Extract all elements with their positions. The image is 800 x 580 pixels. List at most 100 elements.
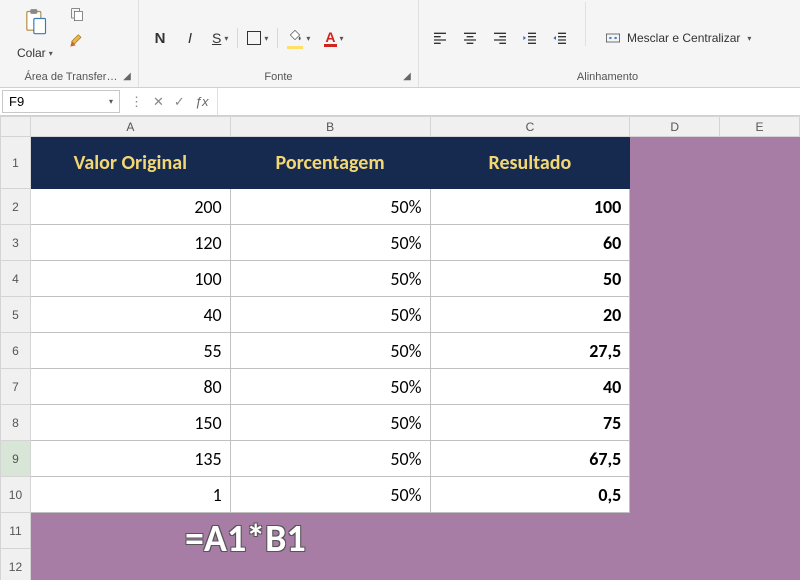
cell-B7[interactable]: 50%	[230, 369, 430, 405]
accept-formula-button[interactable]: ✓	[170, 94, 189, 110]
spreadsheet-grid[interactable]: A B C D E 1 Valor Original Porcentagem R…	[0, 116, 800, 580]
row-head-10[interactable]: 10	[1, 477, 31, 513]
outdent-icon	[522, 30, 538, 46]
chevron-down-icon: ▾	[109, 97, 113, 106]
chevron-down-icon: ▾	[747, 34, 751, 43]
align-center-button[interactable]	[457, 26, 483, 50]
cell-A9[interactable]: 135	[30, 441, 230, 477]
row-head-8[interactable]: 8	[1, 405, 31, 441]
worksheet-area: A B C D E 1 Valor Original Porcentagem R…	[0, 116, 800, 580]
cell-B6[interactable]: 50%	[230, 333, 430, 369]
cell-C6[interactable]: 27,5	[430, 333, 630, 369]
separator	[237, 28, 238, 48]
align-left-icon	[432, 30, 448, 46]
ribbon-group-font: N I S ▾ ▾	[139, 0, 419, 87]
merge-icon	[605, 30, 621, 46]
cell-B1[interactable]: Porcentagem	[230, 137, 430, 189]
align-center-icon	[462, 30, 478, 46]
row-head-11[interactable]: 11	[1, 513, 31, 549]
borders-button[interactable]: ▾	[242, 26, 273, 50]
row-head-12[interactable]: 12	[1, 549, 31, 580]
merge-center-button[interactable]: Mesclar e Centralizar ▾	[598, 26, 758, 50]
paste-label: Colar	[17, 46, 46, 60]
cell-A6[interactable]: 55	[30, 333, 230, 369]
font-dialog-launcher[interactable]: ◢	[400, 69, 414, 83]
cell-B3[interactable]: 50%	[230, 225, 430, 261]
formula-bar: F9 ▾ ⋮ ✕ ✓ ƒx	[0, 88, 800, 116]
copy-button[interactable]	[64, 2, 90, 26]
clipboard-dialog-launcher[interactable]: ◢	[120, 69, 134, 83]
cell-A7[interactable]: 80	[30, 369, 230, 405]
cell-A11[interactable]	[30, 513, 230, 549]
decrease-indent-button[interactable]	[517, 26, 543, 50]
align-left-button[interactable]	[427, 26, 453, 50]
underline-button[interactable]: S ▾	[207, 26, 233, 50]
italic-button[interactable]: I	[177, 26, 203, 50]
cell-B2[interactable]: 50%	[230, 189, 430, 225]
increase-indent-button[interactable]	[547, 26, 573, 50]
row-head-7[interactable]: 7	[1, 369, 31, 405]
insert-function-button[interactable]: ƒx	[191, 94, 213, 109]
col-head-C[interactable]: C	[430, 117, 630, 137]
cell-C3[interactable]: 60	[430, 225, 630, 261]
group-label-alignment: Alinhamento	[427, 69, 788, 87]
cell-D2[interactable]	[630, 189, 720, 225]
cell-E1[interactable]	[720, 137, 800, 189]
row-head-5[interactable]: 5	[1, 297, 31, 333]
cell-E2[interactable]	[720, 189, 800, 225]
cell-B10[interactable]: 50%	[230, 477, 430, 513]
row-head-3[interactable]: 3	[1, 225, 31, 261]
row-head-9[interactable]: 9	[1, 441, 31, 477]
cell-C2[interactable]: 100	[430, 189, 630, 225]
cell-C5[interactable]: 20	[430, 297, 630, 333]
paste-button[interactable]	[15, 2, 55, 42]
row-head-2[interactable]: 2	[1, 189, 31, 225]
italic-label: I	[188, 30, 192, 47]
borders-icon	[247, 31, 261, 45]
cell-B8[interactable]: 50%	[230, 405, 430, 441]
cell-D1[interactable]	[630, 137, 720, 189]
paintbrush-icon	[69, 32, 85, 48]
col-head-A[interactable]: A	[30, 117, 230, 137]
cell-A10[interactable]: 1	[30, 477, 230, 513]
cell-C1[interactable]: Resultado	[430, 137, 630, 189]
ribbon-group-alignment: Mesclar e Centralizar ▾ Alinhamento	[419, 0, 796, 87]
align-right-icon	[492, 30, 508, 46]
cell-A2[interactable]: 200	[30, 189, 230, 225]
cancel-formula-button[interactable]: ✕	[149, 94, 168, 110]
font-color-icon: A	[324, 30, 336, 47]
cell-A3[interactable]: 120	[30, 225, 230, 261]
cell-B4[interactable]: 50%	[230, 261, 430, 297]
cell-A1[interactable]: Valor Original	[30, 137, 230, 189]
fill-color-button[interactable]: ▾	[282, 26, 315, 50]
paste-dropdown[interactable]: Colar ▾	[12, 44, 58, 62]
select-all-corner[interactable]	[1, 117, 31, 137]
bold-button[interactable]: N	[147, 26, 173, 50]
cell-C9[interactable]: 67,5	[430, 441, 630, 477]
name-box[interactable]: F9 ▾	[2, 90, 120, 113]
cell-C8[interactable]: 75	[430, 405, 630, 441]
copy-icon	[69, 6, 85, 22]
col-head-B[interactable]: B	[230, 117, 430, 137]
cell-B5[interactable]: 50%	[230, 297, 430, 333]
cell-A8[interactable]: 150	[30, 405, 230, 441]
row-head-4[interactable]: 4	[1, 261, 31, 297]
ribbon: Colar ▾ Área de Tra	[0, 0, 800, 88]
cell-B9[interactable]: 50%	[230, 441, 430, 477]
cell-C10[interactable]: 0,5	[430, 477, 630, 513]
row-head-6[interactable]: 6	[1, 333, 31, 369]
chevron-down-icon: ▾	[224, 34, 228, 43]
more-icon[interactable]: ⋮	[126, 94, 147, 110]
font-color-button[interactable]: A ▾	[319, 26, 348, 50]
col-head-E[interactable]: E	[720, 117, 800, 137]
cell-A4[interactable]: 100	[30, 261, 230, 297]
group-label-font: Fonte	[147, 69, 410, 87]
col-head-D[interactable]: D	[630, 117, 720, 137]
cell-A5[interactable]: 40	[30, 297, 230, 333]
cell-C7[interactable]: 40	[430, 369, 630, 405]
align-right-button[interactable]	[487, 26, 513, 50]
row-head-1[interactable]: 1	[1, 137, 31, 189]
format-painter-button[interactable]	[64, 28, 90, 52]
cell-C4[interactable]: 50	[430, 261, 630, 297]
formula-input[interactable]	[218, 88, 800, 115]
